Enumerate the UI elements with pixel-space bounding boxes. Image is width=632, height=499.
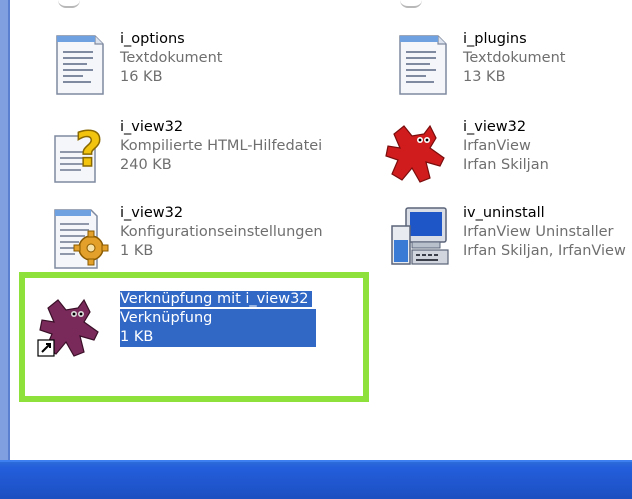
left-panel-edge bbox=[0, 0, 10, 460]
file-size: 13 KB bbox=[463, 69, 506, 85]
file-item-i-view32-config[interactable]: i_view32 Konfigurationseinstellungen 1 K… bbox=[45, 204, 345, 274]
file-name: i_view32 bbox=[463, 119, 527, 135]
file-company: Irfan Skiljan, IrfanView bbox=[463, 243, 626, 259]
file-type: Textdokument bbox=[463, 50, 566, 66]
file-name: i_plugins bbox=[463, 31, 527, 47]
cropped-icon-top-left bbox=[58, 0, 80, 8]
file-item-i-view32-help[interactable]: ? i_view32 Kompilierte HTML-Hilfedatei 2… bbox=[45, 118, 345, 188]
file-item-i-view32-exe[interactable]: i_view32 IrfanView Irfan Skiljan bbox=[382, 118, 632, 188]
file-type: IrfanView Uninstaller bbox=[463, 224, 614, 240]
file-type: Konfigurationseinstellungen bbox=[120, 224, 323, 240]
file-company: Irfan Skiljan bbox=[463, 157, 549, 173]
file-type: Textdokument bbox=[120, 50, 223, 66]
file-item-iv-uninstall[interactable]: iv_uninstall IrfanView Uninstaller Irfan… bbox=[382, 204, 632, 274]
help-file-icon: ? bbox=[54, 121, 104, 183]
file-size: 16 KB bbox=[120, 69, 163, 85]
config-settings-icon bbox=[54, 209, 109, 269]
taskbar[interactable] bbox=[0, 460, 632, 499]
file-size: 1 KB bbox=[120, 243, 154, 259]
irfanview-cat-icon bbox=[385, 124, 445, 183]
file-item-i-plugins[interactable]: i_plugins Textdokument 13 KB bbox=[388, 30, 632, 100]
text-document-icon bbox=[56, 35, 104, 95]
cropped-icon-top-right bbox=[400, 0, 422, 8]
highlight-box bbox=[19, 272, 369, 402]
uninstaller-computer-icon bbox=[391, 207, 449, 265]
file-name: i_options bbox=[120, 31, 185, 47]
file-size: 240 KB bbox=[120, 157, 172, 173]
file-type: IrfanView bbox=[463, 138, 531, 154]
file-item-i-options[interactable]: i_options Textdokument 16 KB bbox=[45, 30, 345, 100]
file-name: i_view32 bbox=[120, 205, 184, 221]
file-name: iv_uninstall bbox=[463, 205, 545, 221]
svg-text:?: ? bbox=[75, 122, 103, 178]
file-name: i_view32 bbox=[120, 119, 184, 135]
text-document-icon bbox=[399, 35, 447, 95]
file-type: Kompilierte HTML-Hilfedatei bbox=[120, 138, 323, 154]
